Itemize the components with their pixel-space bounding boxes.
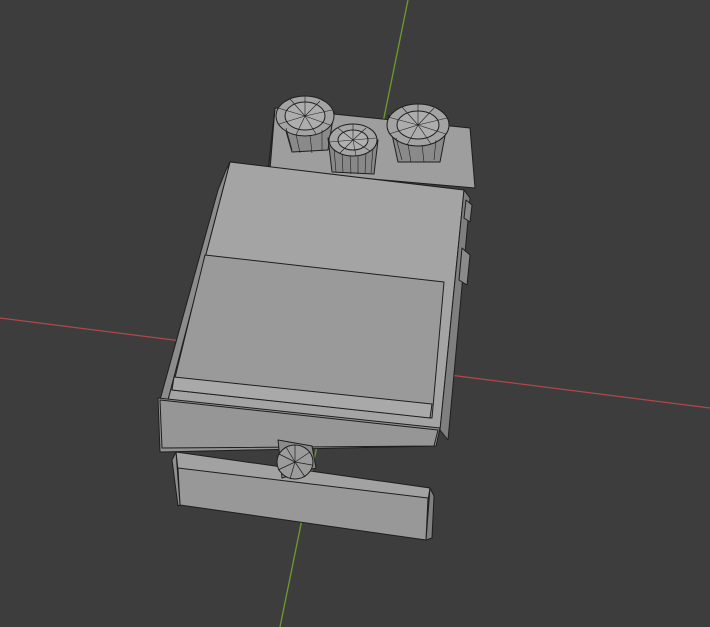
viewport-canvas[interactable] xyxy=(0,0,710,627)
3d-viewport[interactable] xyxy=(0,0,710,627)
top-right-knob[interactable] xyxy=(386,103,450,163)
top-center-knob[interactable] xyxy=(327,123,379,175)
